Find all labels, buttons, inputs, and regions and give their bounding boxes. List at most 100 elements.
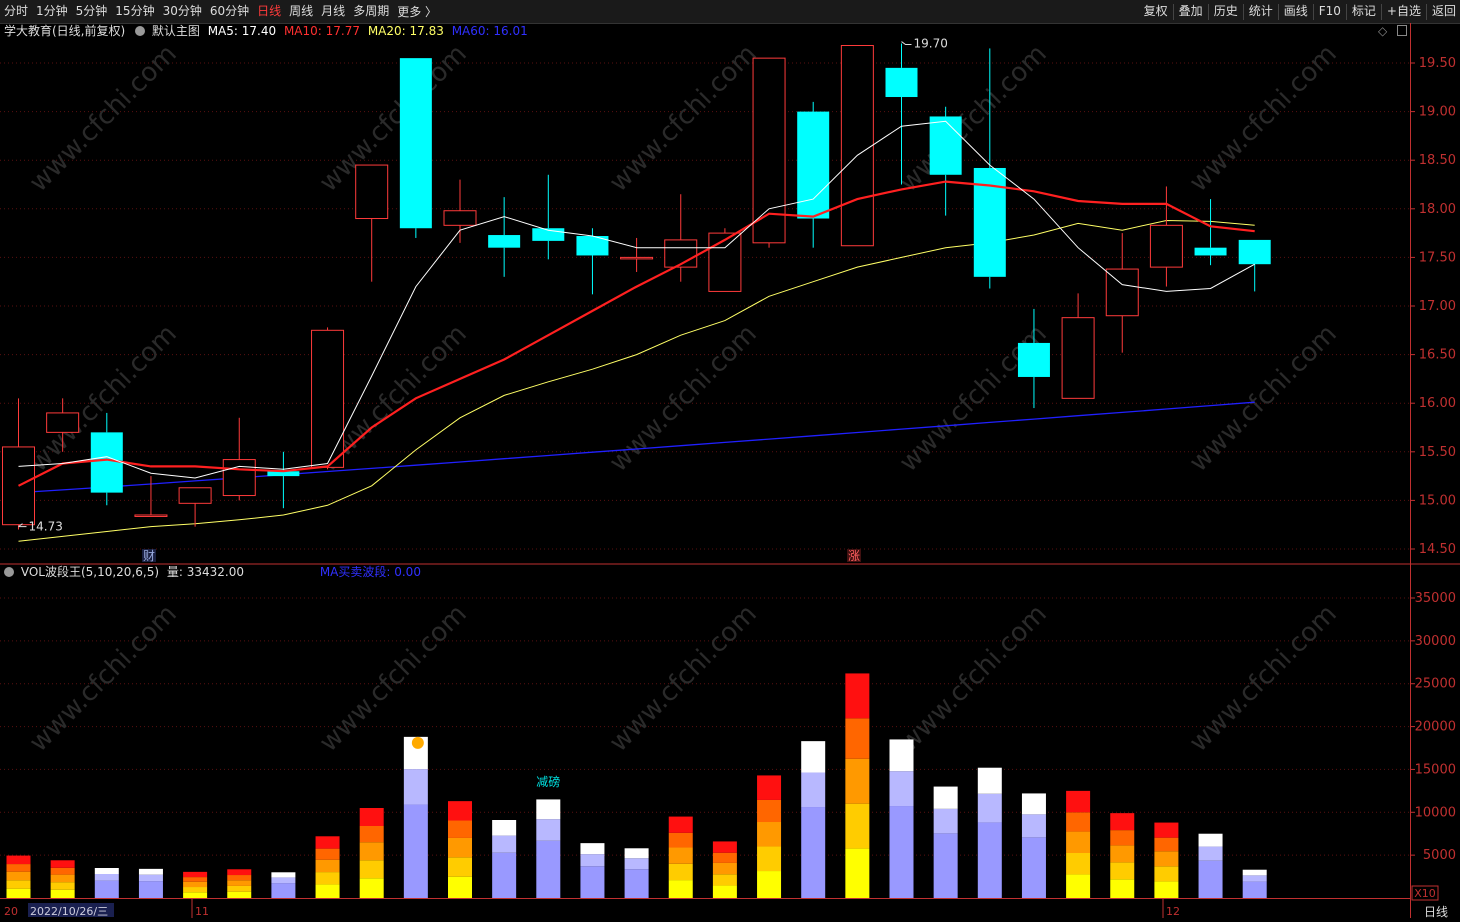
separator: [1277, 3, 1279, 20]
price-tick-label: 14.50: [1419, 542, 1456, 557]
volume-bar-up-seg: [845, 673, 870, 719]
vol-value: 量: 33432.00: [166, 565, 244, 579]
period-tab-3[interactable]: 15分钟: [111, 0, 158, 23]
period-tab-7[interactable]: 周线: [285, 0, 317, 23]
watermark: www.cfchi.com: [1184, 319, 1343, 478]
volume-bar-down-seg: [492, 835, 517, 853]
volume-bar-down-seg: [1242, 869, 1267, 876]
volume-bar-up-seg: [712, 874, 737, 886]
volume-bar-up-seg: [448, 876, 472, 898]
tool-button-6[interactable]: 标记: [1348, 0, 1380, 23]
more-menu[interactable]: 更多 〉: [393, 3, 441, 20]
volume-tick-label: 30000: [1415, 634, 1456, 649]
period-tab-1[interactable]: 1分钟: [32, 0, 72, 23]
tool-button-4[interactable]: 画线: [1280, 0, 1312, 23]
jianbang-label: 减磅: [536, 774, 560, 789]
volume-bar-down-seg: [977, 793, 1002, 823]
volume-bar-down-seg: [1242, 875, 1267, 882]
volume-bar-up-seg: [227, 885, 252, 892]
kline-chart[interactable]: 14.50 15.00 15.50 16.00 16.50 17.00 17.50 18.00…: [0, 23, 1460, 919]
tool-button-2[interactable]: 历史: [1210, 0, 1242, 23]
price-tick-label: 19.00: [1419, 105, 1456, 120]
volume-bar-down-seg: [624, 858, 649, 870]
tool-button-0[interactable]: 复权: [1140, 0, 1172, 23]
tool-button-7[interactable]: +自选: [1383, 0, 1425, 23]
chart-area[interactable]: 14.50 15.00 15.50 16.00 16.50 17.00 17.50 18.00…: [0, 23, 1460, 919]
candle-bear: [1194, 247, 1227, 256]
toolbar: 分时 1分钟 5分钟 15分钟 30分钟 60分钟 日线 周线 月线 多周期 更多 〉 复权 叠加 历史…: [0, 0, 1460, 24]
volume-bar-up-seg: [1154, 851, 1179, 867]
volume-bar-down-seg: [933, 786, 958, 809]
volume-bar-up-seg: [712, 885, 737, 898]
cai-marker: 财: [143, 549, 155, 563]
volume-bar-up-seg: [6, 888, 31, 898]
volume-bar-up-seg: [668, 816, 693, 833]
separator: [1207, 3, 1209, 20]
volume-bar-up-seg: [227, 875, 252, 881]
price-tick-label: 17.50: [1419, 250, 1456, 265]
tool-button-5[interactable]: F10: [1315, 0, 1345, 23]
volume-bar-down-seg: [138, 881, 163, 898]
vol-indicator-name[interactable]: VOL波段王(5,10,20,6,5): [21, 565, 159, 579]
volume-bar-up-seg: [1066, 812, 1091, 832]
volume-bar-up-seg: [1110, 862, 1135, 880]
period-tab-0[interactable]: 分时: [0, 0, 32, 23]
tool-button-8[interactable]: 返回: [1428, 0, 1460, 23]
volume-bar-up-seg: [845, 848, 870, 898]
period-tab-6[interactable]: 日线: [253, 0, 285, 23]
volume-bar-up-seg: [359, 808, 384, 826]
zhang-marker: 涨: [848, 548, 860, 563]
volume-bar-up-seg: [359, 826, 384, 843]
price-tick-label: 15.00: [1419, 493, 1456, 508]
period-tab-5[interactable]: 60分钟: [206, 0, 253, 23]
volume-tick-label: 5000: [1423, 848, 1456, 863]
volume-bar-up-seg: [315, 884, 340, 898]
volume-bar-down-seg: [536, 819, 561, 841]
volume-bar-up-seg: [757, 799, 782, 823]
separator: [1380, 3, 1382, 20]
period-tab-9[interactable]: 多周期: [349, 0, 393, 23]
volume-bar-up-seg: [6, 864, 31, 872]
volume-bar-up-seg: [1110, 845, 1135, 863]
volume-bar-down-seg: [580, 843, 605, 855]
price-tick-label: 17.00: [1419, 299, 1456, 314]
tool-button-1[interactable]: 叠加: [1175, 0, 1207, 23]
candle-bear: [929, 116, 962, 175]
tool-button-3[interactable]: 统计: [1245, 0, 1277, 23]
settings-icon[interactable]: [4, 567, 14, 577]
volume-bar-down-seg: [94, 880, 119, 898]
maximize-icon[interactable]: [1397, 25, 1408, 36]
candle-bull: [1105, 268, 1139, 317]
price-tick-label: 18.50: [1419, 153, 1456, 168]
volume-bar-up-seg: [50, 874, 75, 883]
volume-bar-up-seg: [1110, 879, 1135, 898]
time-tick-label: 11: [195, 905, 209, 918]
time-tick-label: 12: [1166, 905, 1180, 918]
volume-bar-down-seg: [580, 854, 605, 867]
candle-bull: [2, 446, 35, 526]
volume-bar-down-seg: [138, 868, 163, 875]
volume-bar-down-seg: [624, 869, 649, 898]
volume-bar-down-seg: [889, 806, 914, 898]
period-tab-2[interactable]: 5分钟: [72, 0, 112, 23]
separator: [1172, 3, 1174, 20]
volume-bar-up-seg: [448, 837, 472, 858]
candle-bear: [488, 235, 521, 248]
volume-bar-up-seg: [712, 852, 737, 863]
volume-bar-down-seg: [1021, 793, 1046, 815]
vol-ma-value: MA买卖波段: 0.00: [319, 565, 421, 579]
volume-bar-down-seg: [536, 799, 561, 820]
diamond-icon[interactable]: ◇: [1378, 24, 1387, 38]
volume-bar-up-seg: [183, 877, 208, 882]
volume-bar-up-seg: [227, 891, 252, 898]
settings-icon[interactable]: [135, 26, 146, 36]
price-tick-label: 15.50: [1419, 445, 1456, 460]
watermark: www.cfchi.com: [894, 319, 1053, 478]
candle-bull: [311, 329, 345, 468]
volume-bar-up-seg: [315, 859, 340, 873]
volume-bar-down-seg: [889, 739, 914, 772]
indicator-name[interactable]: 默认主图: [152, 24, 200, 38]
period-tab-8[interactable]: 月线: [317, 0, 349, 23]
volume-bar-up-seg: [448, 801, 472, 821]
period-tab-4[interactable]: 30分钟: [159, 0, 206, 23]
